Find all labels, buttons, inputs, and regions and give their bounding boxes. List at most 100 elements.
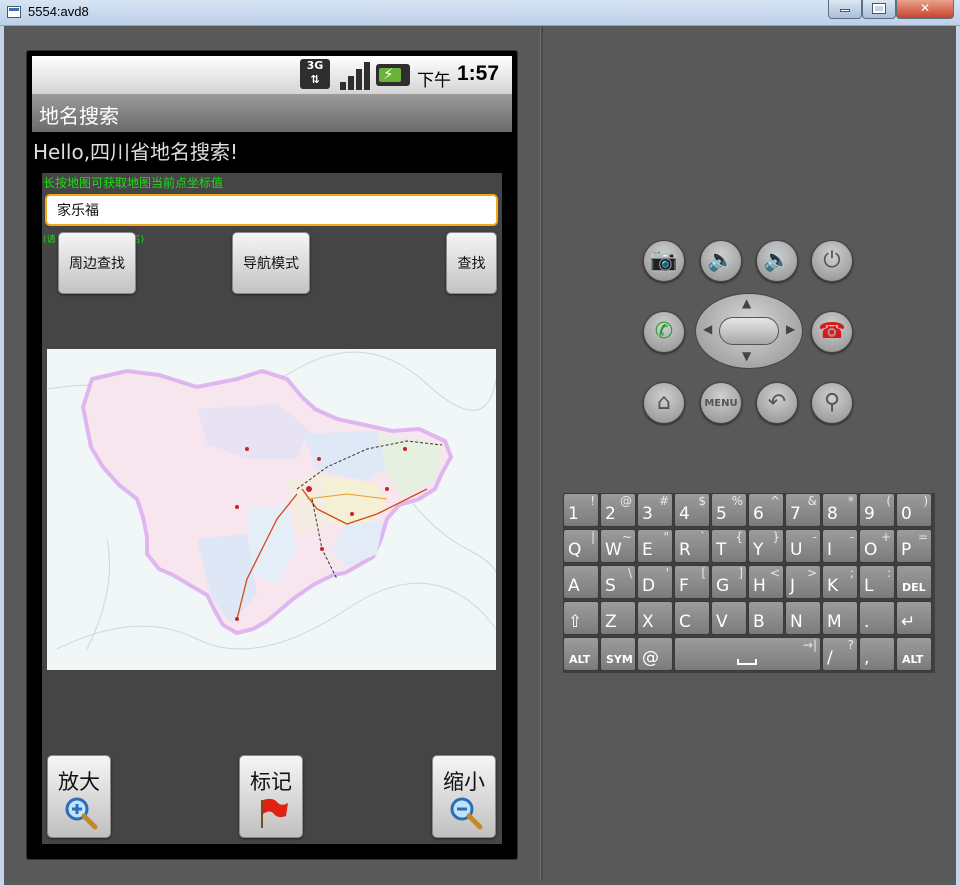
- home-button[interactable]: ⌂: [643, 382, 685, 424]
- minimize-button[interactable]: [828, 0, 862, 19]
- key-1[interactable]: 1!: [563, 493, 599, 527]
- key-secondary-label: [: [701, 566, 706, 580]
- key-symbol-3-9[interactable]: ↵: [896, 601, 932, 635]
- end-call-button[interactable]: ☎: [811, 311, 853, 353]
- key-symbol-3-0[interactable]: ⇧: [563, 601, 599, 635]
- key-label: 1: [568, 504, 579, 524]
- key-sym[interactable]: SYM: [600, 637, 636, 671]
- key-8[interactable]: 8 *: [822, 493, 858, 527]
- key-space[interactable]: →|: [674, 637, 821, 671]
- volume-up-button[interactable]: 🔊: [756, 240, 798, 282]
- key-alt[interactable]: ALT: [896, 637, 932, 671]
- key-label: V: [716, 612, 728, 632]
- key-n[interactable]: N: [785, 601, 821, 635]
- key-9[interactable]: 9(: [859, 493, 895, 527]
- key-y[interactable]: Y}: [748, 529, 784, 563]
- key-symbol-4-2[interactable]: @: [637, 637, 673, 671]
- zoom-out-button[interactable]: 缩小: [432, 755, 496, 838]
- key-i[interactable]: I-: [822, 529, 858, 563]
- key-7[interactable]: 7 &: [785, 493, 821, 527]
- dpad-up-icon[interactable]: ▲: [742, 296, 751, 310]
- key-label: ↵: [901, 612, 916, 632]
- window-frame-right: [956, 26, 960, 885]
- key-secondary-label: (: [886, 494, 891, 508]
- find-button[interactable]: 查找: [446, 232, 497, 294]
- dpad-down-icon[interactable]: ▼: [742, 349, 751, 363]
- dpad-right-icon[interactable]: ▶: [786, 322, 795, 336]
- key-0[interactable]: 0): [896, 493, 932, 527]
- key-s[interactable]: S \: [600, 565, 636, 599]
- key-symbol-4-5[interactable]: ,: [859, 637, 895, 671]
- key-q[interactable]: Q |: [563, 529, 599, 563]
- key-p[interactable]: P =: [896, 529, 932, 563]
- key-l[interactable]: L:: [859, 565, 895, 599]
- menu-button[interactable]: MENU: [700, 382, 742, 424]
- key-k[interactable]: K;: [822, 565, 858, 599]
- key-label: I: [827, 540, 833, 560]
- key-j[interactable]: J >: [785, 565, 821, 599]
- volume-down-button[interactable]: 🔉: [700, 240, 742, 282]
- key-label: B: [753, 612, 765, 632]
- key-h[interactable]: H <: [748, 565, 784, 599]
- key-r[interactable]: R `: [674, 529, 710, 563]
- key-secondary-label: *: [848, 494, 854, 508]
- key-v[interactable]: V: [711, 601, 747, 635]
- key-d[interactable]: D ': [637, 565, 673, 599]
- key-secondary-label: ?: [847, 638, 854, 652]
- dpad-center-button[interactable]: [719, 317, 779, 345]
- close-icon: ✕: [919, 1, 931, 15]
- navigation-mode-button[interactable]: 导航模式: [232, 232, 310, 294]
- key-e[interactable]: E ": [637, 529, 673, 563]
- close-button[interactable]: ✕: [896, 0, 954, 19]
- key-a[interactable]: A: [563, 565, 599, 599]
- signal-bar: [340, 82, 346, 90]
- call-button[interactable]: ✆: [643, 311, 685, 353]
- key-del[interactable]: DEL: [896, 565, 932, 599]
- key-g[interactable]: G]: [711, 565, 747, 599]
- zoom-in-button[interactable]: 放大: [47, 755, 111, 838]
- key-b[interactable]: B: [748, 601, 784, 635]
- dpad-left-icon[interactable]: ◀: [703, 322, 712, 336]
- key-symbol-4-4[interactable]: /?: [822, 637, 858, 671]
- key-label: F: [679, 576, 689, 596]
- key-secondary-label: ): [923, 494, 928, 508]
- key-z[interactable]: Z: [600, 601, 636, 635]
- key-3[interactable]: 3 #: [637, 493, 673, 527]
- mark-button[interactable]: 标记: [239, 755, 303, 838]
- key-o[interactable]: O +: [859, 529, 895, 563]
- key-label: 5: [716, 504, 727, 524]
- search-icon: ⚲: [823, 390, 841, 415]
- volume-down-icon: 🔉: [707, 248, 735, 273]
- map-view[interactable]: [47, 349, 496, 670]
- power-button[interactable]: ⏻: [811, 240, 853, 282]
- back-button[interactable]: ↶: [756, 382, 798, 424]
- key-label: SYM: [606, 653, 633, 666]
- key-symbol-3-8[interactable]: .: [859, 601, 895, 635]
- app-window-icon: [7, 6, 21, 18]
- key-x[interactable]: X: [637, 601, 673, 635]
- key-label: S: [605, 576, 616, 596]
- key-label: 7: [790, 504, 801, 524]
- key-secondary-label: >: [806, 566, 817, 580]
- search-button[interactable]: ⚲: [811, 382, 853, 424]
- camera-button[interactable]: 📷: [643, 240, 685, 282]
- end-call-icon: ☎: [818, 319, 846, 344]
- key-f[interactable]: F[: [674, 565, 710, 599]
- key-4[interactable]: 4 $: [674, 493, 710, 527]
- key-c[interactable]: C: [674, 601, 710, 635]
- search-input[interactable]: [45, 194, 498, 226]
- key-alt[interactable]: ALT: [563, 637, 599, 671]
- key-label: T: [716, 540, 727, 560]
- key-5[interactable]: 5%: [711, 493, 747, 527]
- key-label: 2: [605, 504, 616, 524]
- key-6[interactable]: 6 ^: [748, 493, 784, 527]
- signal-bar: [348, 76, 354, 90]
- key-2[interactable]: 2 @: [600, 493, 636, 527]
- key-w[interactable]: W ~: [600, 529, 636, 563]
- nearby-search-button[interactable]: 周边查找: [58, 232, 136, 294]
- key-label: H: [753, 576, 766, 596]
- key-t[interactable]: T{: [711, 529, 747, 563]
- key-u[interactable]: U-: [785, 529, 821, 563]
- maximize-button[interactable]: [862, 0, 896, 19]
- key-m[interactable]: M: [822, 601, 858, 635]
